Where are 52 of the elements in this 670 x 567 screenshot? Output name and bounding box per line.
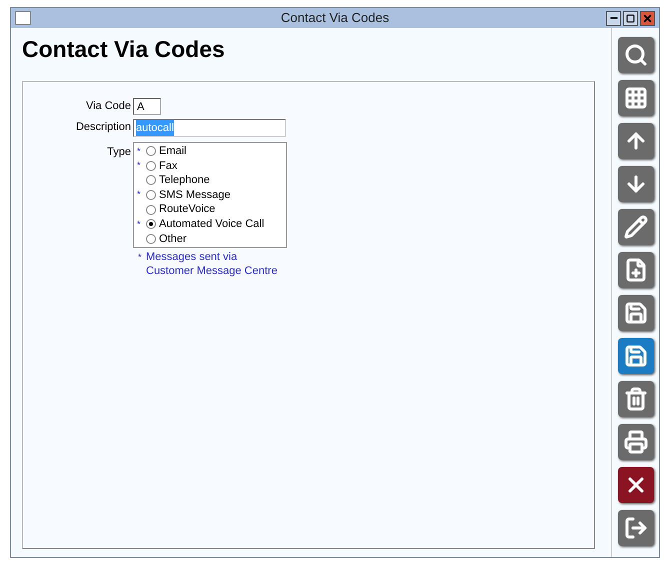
field-label: Description <box>74 120 132 135</box>
toolbar-button[interactable] <box>618 381 654 417</box>
asterisk-mark: * <box>137 160 141 170</box>
radio-button[interactable] <box>146 219 156 230</box>
grid-icon <box>624 86 648 110</box>
maximize-button[interactable] <box>623 10 638 26</box>
asterisk-mark: * <box>138 251 143 264</box>
minimize-button[interactable] <box>606 10 621 26</box>
toolbar-button[interactable] <box>618 80 654 116</box>
footnote-text: Customer Message Centre <box>146 264 278 278</box>
radio-button[interactable] <box>146 204 156 215</box>
new-document-icon <box>624 258 648 282</box>
toolbar-button[interactable] <box>618 166 654 202</box>
printer-icon <box>624 430 648 454</box>
via-code-field[interactable]: A <box>133 98 161 115</box>
radio-button[interactable] <box>146 160 156 171</box>
radio-button[interactable] <box>146 190 156 200</box>
toolbar-button[interactable] <box>618 510 654 546</box>
toolbar-button[interactable] <box>618 467 654 503</box>
radio-label: Fax <box>159 158 178 174</box>
footnote-text: Messages sent via <box>146 250 238 264</box>
asterisk-mark: * <box>137 218 141 229</box>
close-button[interactable] <box>640 10 655 26</box>
pencil-icon <box>624 215 648 239</box>
close-icon <box>642 12 653 24</box>
radio-label: Other <box>159 232 187 247</box>
asterisk-mark: * <box>137 146 141 156</box>
toolbar-button[interactable] <box>618 209 654 245</box>
field-label: Type <box>106 145 132 160</box>
radio-button[interactable] <box>146 234 156 244</box>
radio-label: RouteVoice <box>159 202 216 218</box>
radio-button[interactable] <box>146 175 156 186</box>
toolbar-button[interactable] <box>618 252 654 288</box>
radio-button[interactable] <box>146 146 156 156</box>
page-heading: Contact Via Codes <box>22 35 226 64</box>
search-icon <box>624 43 648 67</box>
radio-label: Telephone <box>159 173 210 188</box>
toolbar-button[interactable] <box>618 338 654 374</box>
radio-label: Automated Voice Call <box>159 217 264 232</box>
trash-icon <box>624 387 648 411</box>
field-value: autocall <box>136 120 174 136</box>
field-label: Via Code <box>84 99 132 114</box>
asterisk-mark: * <box>137 189 141 200</box>
radio-label: SMS Message <box>159 188 231 203</box>
toolbar-button[interactable] <box>618 295 654 331</box>
toolbar-button[interactable] <box>618 123 654 159</box>
window-title: Contact Via Codes <box>280 9 390 28</box>
maximize-icon <box>626 14 635 22</box>
toolbar-button[interactable] <box>618 37 654 73</box>
toolbar-button[interactable] <box>618 424 654 460</box>
exit-door-icon <box>624 516 648 540</box>
radio-label: Email <box>159 144 187 160</box>
